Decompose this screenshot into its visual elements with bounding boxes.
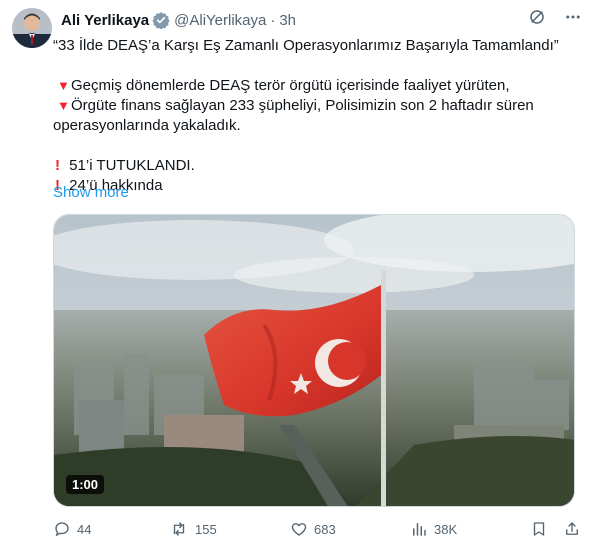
bookmark-button[interactable] (530, 518, 554, 540)
red-triangle-down-icon: ▼ (57, 78, 70, 93)
like-button[interactable]: 683 (290, 518, 336, 540)
avatar[interactable] (12, 8, 52, 48)
tweet-text: “33 İlde DEAŞ’a Karşı Eş Zamanlı Operasy… (53, 36, 583, 196)
red-exclamation-icon: ! (55, 157, 60, 174)
bullet-line-2: ▼Örgüte finans sağlayan 233 şüpheliyi, P… (53, 96, 583, 116)
bullet-line-1: ▼Geçmiş dönemlerde DEAŞ terör örgütü içe… (53, 76, 583, 96)
views-button[interactable]: 38K (410, 518, 457, 540)
views-count: 38K (434, 521, 458, 537)
reply-count: 44 (77, 521, 92, 537)
like-count: 683 (314, 521, 336, 537)
show-more-link[interactable]: Show more (53, 183, 129, 203)
repost-count: 155 (195, 521, 217, 537)
verified-badge-icon[interactable] (152, 11, 170, 29)
author-name[interactable]: Ali Yerlikaya (61, 12, 149, 29)
video-thumbnail (54, 215, 574, 506)
tweet-title-line: “33 İlde DEAŞ’a Karşı Eş Zamanlı Operasy… (53, 37, 559, 54)
bullet-1-text: Geçmiş dönemlerde DEAŞ terör örgütü içer… (71, 77, 510, 94)
reply-icon (55, 522, 69, 537)
item-line-1: ! 51’i TUTUKLANDI. (53, 156, 583, 176)
bullet-2-text: Örgüte finans sağlayan 233 şüpheliyi, Po… (71, 97, 534, 114)
repost-button[interactable]: 155 (169, 518, 217, 540)
more-icon[interactable] (564, 8, 582, 26)
bookmark-icon (533, 522, 545, 536)
tweet-actions: 44 155 683 38K (53, 518, 583, 540)
item-line-2: ! 24’ü hakkında (53, 176, 583, 196)
red-triangle-down-icon: ▼ (57, 98, 70, 113)
repost-icon (173, 522, 185, 536)
author-handle[interactable]: @AliYerlikaya (174, 12, 266, 29)
timestamp[interactable]: 3h (279, 12, 296, 29)
separator-dot: · (270, 11, 276, 29)
video-player[interactable]: 1:00 (53, 214, 575, 507)
tweet-header: Ali Yerlikaya @AliYerlikaya · 3h (61, 10, 296, 30)
share-icon (566, 522, 578, 535)
video-duration: 1:00 (66, 475, 105, 494)
item-1-text: 51’i TUTUKLANDI. (69, 157, 195, 174)
reply-button[interactable]: 44 (53, 518, 91, 540)
grok-icon[interactable] (528, 8, 546, 26)
heart-icon (291, 523, 307, 536)
share-button[interactable] (563, 518, 587, 540)
tweet-card[interactable]: Ali Yerlikaya @AliYerlikaya · 3h “33 İld… (0, 0, 598, 546)
header-actions (528, 8, 582, 26)
bullet-line-2-cont: operasyonlarında yakaladık. (53, 117, 241, 134)
views-icon (413, 523, 426, 536)
